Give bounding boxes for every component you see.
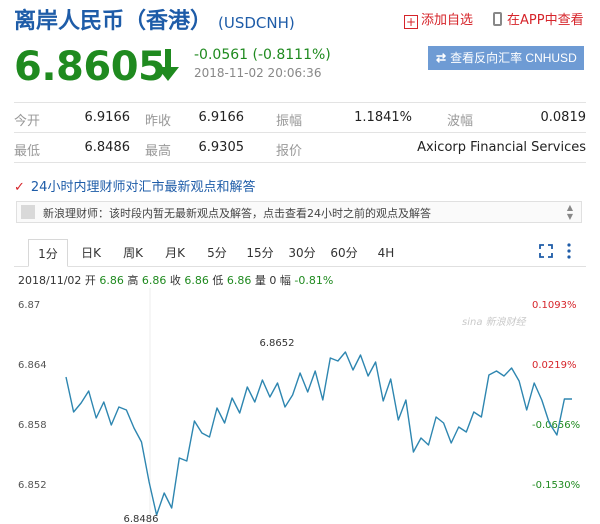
scroll-updown-icon[interactable]: ▲ ▼ — [567, 203, 573, 221]
stats-row: 最低 6.8486 最高 6.9305 报价 Axicorp Financial… — [14, 133, 586, 163]
tab-1min[interactable]: 1分 — [28, 239, 68, 267]
pct-tick-label: -0.1530% — [532, 480, 580, 491]
stat-label-quote-source: 报价 — [276, 144, 303, 159]
price-change: -0.0561 (-0.8111%) — [194, 47, 331, 63]
tab-5min[interactable]: 5分 — [202, 239, 232, 267]
stat-label-open: 今开 — [14, 114, 41, 129]
stat-value-prev-close: 6.9166 — [198, 110, 245, 125]
y-tick-label: 6.858 — [18, 420, 47, 431]
more-options-icon[interactable] — [566, 243, 572, 259]
ohlc-amp-label: 幅 — [279, 274, 291, 287]
avatar — [21, 205, 35, 219]
tab-weekly[interactable]: 周K — [118, 239, 148, 267]
ohlc-open-label: 开 — [84, 274, 96, 287]
tab-daily[interactable]: 日K — [76, 239, 106, 267]
stat-label-prev-close: 昨收 — [145, 114, 172, 129]
stat-value-open: 6.9166 — [84, 110, 131, 125]
max-price-label: 6.8652 — [259, 338, 294, 349]
phone-icon — [493, 12, 502, 26]
page-title: 离岸人民币（香港） (USDCNH) — [14, 3, 295, 35]
ohlc-low: 6.86 — [226, 274, 252, 287]
tab-60min[interactable]: 60分 — [328, 239, 360, 267]
plus-icon: + — [404, 15, 418, 29]
add-watchlist-label: 添加自选 — [421, 13, 474, 28]
down-arrow-icon — [157, 49, 179, 81]
ohlc-high-label: 高 — [127, 274, 139, 287]
advisor-message-box[interactable]: 新浪理财师：该时段内暂无最新观点及解答，点击查看24小时之前的观点及解答 ▲ ▼ — [16, 201, 582, 223]
pct-tick-label: 0.1093% — [532, 300, 577, 311]
ohlc-date: 2018/11/02 — [18, 274, 82, 287]
swap-icon: ⇄ — [436, 51, 447, 65]
ohlc-open: 6.86 — [99, 274, 124, 287]
ohlc-amp: -0.81% — [294, 274, 334, 287]
y-tick-label: 6.87 — [18, 300, 40, 311]
stats-row: 今开 6.9166 昨收 6.9166 振幅 1.1841% 波幅 0.0819 — [14, 103, 586, 133]
view-in-app-link[interactable]: 在APP中查看 — [493, 9, 584, 28]
tab-30min[interactable]: 30分 — [286, 239, 318, 267]
stat-value-high: 6.9305 — [198, 140, 245, 155]
pct-tick-label: -0.0656% — [532, 420, 580, 431]
tab-4h[interactable]: 4H — [372, 239, 400, 267]
chart-watermark: sina 新浪财经 — [462, 316, 527, 328]
stat-value-range: 0.0819 — [540, 110, 587, 125]
advisor-opinion-title: 24小时内理财师对汇市最新观点和解答 — [30, 180, 256, 195]
reverse-rate-button[interactable]: ⇄ 查看反向汇率 CNHUSD — [428, 46, 584, 70]
stat-label-high: 最高 — [145, 144, 172, 159]
advisor-opinion-link[interactable]: ✓ 24小时内理财师对汇市最新观点和解答 — [14, 176, 255, 195]
ohlc-bar: 2018/11/02 开 6.86 高 6.86 收 6.86 低 6.86 量… — [18, 272, 333, 288]
checkmark-icon: ✓ — [14, 180, 25, 195]
fullscreen-icon[interactable] — [539, 244, 553, 258]
ohlc-vol-label: 量 — [254, 274, 266, 287]
price-series-line — [65, 351, 572, 516]
tab-15min[interactable]: 15分 — [244, 239, 276, 267]
pct-tick-label: 0.0219% — [532, 360, 577, 371]
stats-table: 今开 6.9166 昨收 6.9166 振幅 1.1841% 波幅 0.0819… — [14, 102, 586, 163]
stat-label-range: 波幅 — [447, 114, 474, 129]
current-price: 6.8605 — [14, 44, 166, 90]
add-watchlist-link[interactable]: + 添加自选 — [404, 9, 473, 29]
price-line-chart[interactable]: sina 新浪财经 6.87 6.864 6.858 6.852 0.1093% 0.021… — [0, 288, 600, 524]
y-tick-label: 6.852 — [18, 480, 47, 491]
view-in-app-label: 在APP中查看 — [507, 13, 584, 28]
ohlc-low-label: 低 — [212, 274, 224, 287]
stat-value-quote-source: Axicorp Financial Services — [417, 140, 586, 155]
ohlc-high: 6.86 — [141, 274, 167, 287]
symbol-code: (USDCNH) — [218, 14, 295, 32]
period-tabs: 1分 日K 周K 月K 5分 15分 30分 60分 4H — [14, 239, 586, 267]
y-tick-label: 6.864 — [18, 360, 47, 371]
stat-label-low: 最低 — [14, 144, 41, 159]
title-text: 离岸人民币（香港） — [14, 9, 213, 34]
stat-label-amplitude: 振幅 — [276, 114, 303, 129]
min-price-label: 6.8486 — [124, 514, 159, 524]
reverse-rate-label: 查看反向汇率 CNHUSD — [450, 51, 577, 65]
stat-value-low: 6.8486 — [84, 140, 131, 155]
tab-monthly[interactable]: 月K — [160, 239, 190, 267]
advisor-message: 新浪理财师：该时段内暂无最新观点及解答，点击查看24小时之前的观点及解答 — [43, 207, 431, 220]
ohlc-close: 6.86 — [184, 274, 209, 287]
ohlc-close-label: 收 — [169, 274, 181, 287]
ohlc-vol: 0 — [269, 274, 277, 287]
quote-time: 2018-11-02 20:06:36 — [194, 66, 322, 80]
stat-value-amplitude: 1.1841% — [354, 110, 412, 125]
